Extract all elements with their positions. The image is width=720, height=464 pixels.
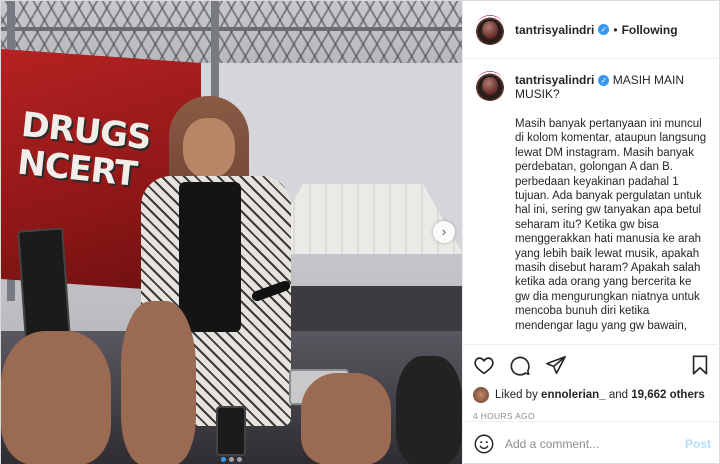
paper-plane-icon[interactable] xyxy=(545,354,567,376)
likes-count-link[interactable]: 19,662 others xyxy=(631,389,705,401)
post-actions: Liked by ennolerian_ and 19,662 others 4… xyxy=(463,344,720,421)
likes-row: Liked by ennolerian_ and 19,662 others xyxy=(473,387,711,403)
likes-conjunction: and xyxy=(608,389,628,401)
performer-face xyxy=(183,118,235,178)
post-photo[interactable]: DRUGS NCERT › xyxy=(1,1,462,464)
carousel-indicator xyxy=(1,449,462,464)
carousel-dot xyxy=(221,457,226,462)
post-comment-button[interactable]: Post xyxy=(685,437,711,451)
audience-phone xyxy=(17,227,71,341)
audience-hand xyxy=(121,301,196,464)
username-link[interactable]: tantrisyalindri xyxy=(515,23,594,37)
audience-head xyxy=(396,356,462,464)
following-button[interactable]: Following xyxy=(622,23,678,37)
liker-avatar xyxy=(473,387,489,403)
instagram-post-modal: DRUGS NCERT › tantrisyalindri ✓ • Follow… xyxy=(0,0,720,464)
post-side-panel: tantrisyalindri ✓ • Following tantrisyal… xyxy=(462,1,720,464)
comment-bubble-icon[interactable] xyxy=(509,354,531,376)
likes-prefix: Liked by xyxy=(495,389,538,401)
caption-avatar[interactable] xyxy=(475,71,505,101)
heart-icon[interactable] xyxy=(473,354,495,376)
caption-area: tantrisyalindri ✓ MASIH MAIN MUSIK? Masih… xyxy=(463,59,720,344)
next-photo-button[interactable]: › xyxy=(433,221,455,243)
bookmark-icon[interactable] xyxy=(689,354,711,376)
verified-badge-icon: ✓ xyxy=(598,75,610,86)
user-avatar[interactable] xyxy=(475,14,505,45)
comment-input[interactable] xyxy=(505,436,685,451)
post-timestamp[interactable]: 4 HOURS AGO xyxy=(473,411,711,421)
comment-box: Post xyxy=(463,421,720,464)
post-header: tantrisyalindri ✓ • Following xyxy=(463,1,720,59)
smiley-icon[interactable] xyxy=(473,433,495,455)
liker-username-link[interactable]: ennolerian_ xyxy=(541,389,606,401)
verified-badge-icon: ✓ xyxy=(598,24,610,35)
carousel-dot xyxy=(237,457,242,462)
audience-hand xyxy=(1,331,111,464)
carousel-dot xyxy=(229,457,234,462)
performer-vest xyxy=(179,182,241,332)
caption-header: tantrisyalindri ✓ MASIH MAIN MUSIK? xyxy=(515,73,695,101)
caption-username-link[interactable]: tantrisyalindri xyxy=(515,73,594,87)
separator-dot: • xyxy=(613,22,618,37)
caption-text: Masih banyak pertanyaan ini muncul di ko… xyxy=(515,118,707,332)
